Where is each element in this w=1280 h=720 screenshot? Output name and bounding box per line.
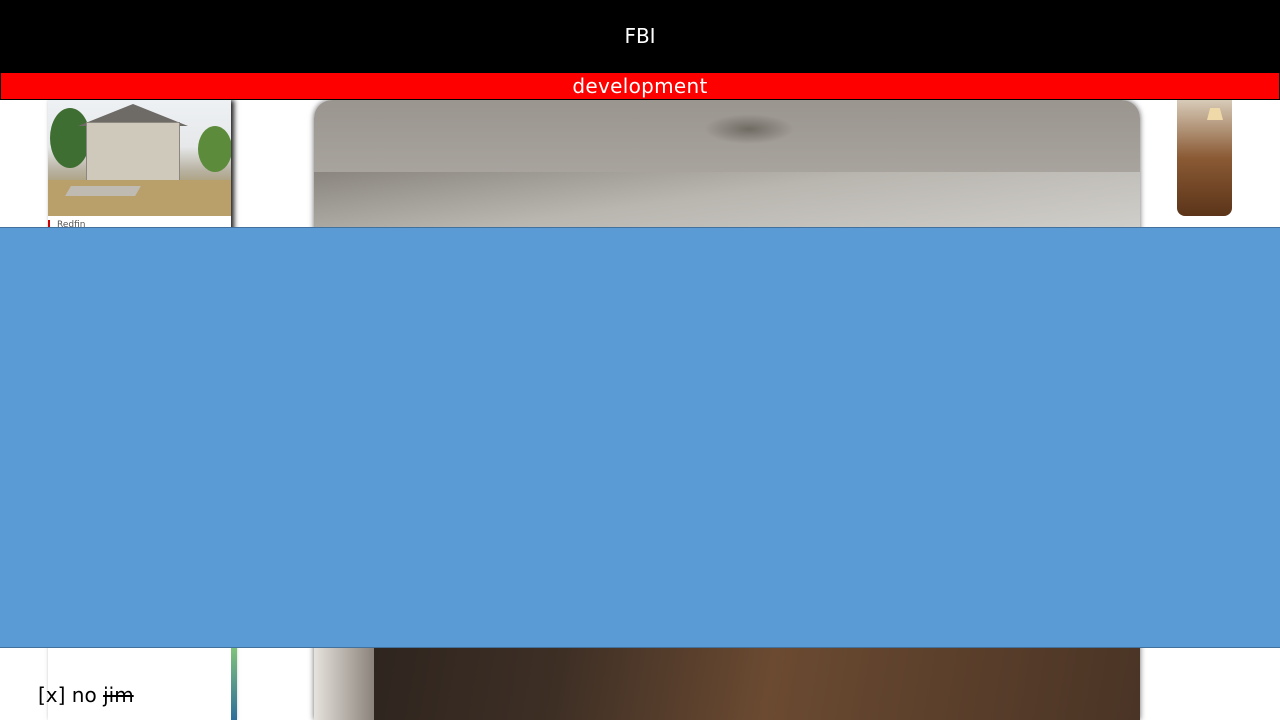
- side-strip: [231, 648, 237, 720]
- ceiling-stain-graphic: [704, 114, 794, 144]
- environment-banner: development: [0, 72, 1280, 100]
- overlay-panel: [0, 227, 1280, 648]
- checkbox-text: [x] no: [38, 683, 97, 707]
- thumbnail-photo[interactable]: [1177, 100, 1232, 216]
- listing-photo[interactable]: [48, 100, 231, 216]
- house-graphic: [86, 122, 180, 184]
- tree-graphic: [198, 126, 231, 172]
- struck-word: jim: [103, 683, 134, 707]
- driveway-graphic: [65, 186, 141, 196]
- lamp-graphic: [1207, 108, 1223, 120]
- app-title: FBI: [624, 24, 656, 48]
- checkbox-item[interactable]: [x] no jim: [38, 682, 134, 708]
- floor-light-graphic: [314, 648, 374, 720]
- environment-label: development: [572, 74, 708, 98]
- app-header: FBI: [0, 0, 1280, 72]
- floor-graphic: [314, 648, 1140, 720]
- ceiling-edge-graphic: [314, 172, 1140, 232]
